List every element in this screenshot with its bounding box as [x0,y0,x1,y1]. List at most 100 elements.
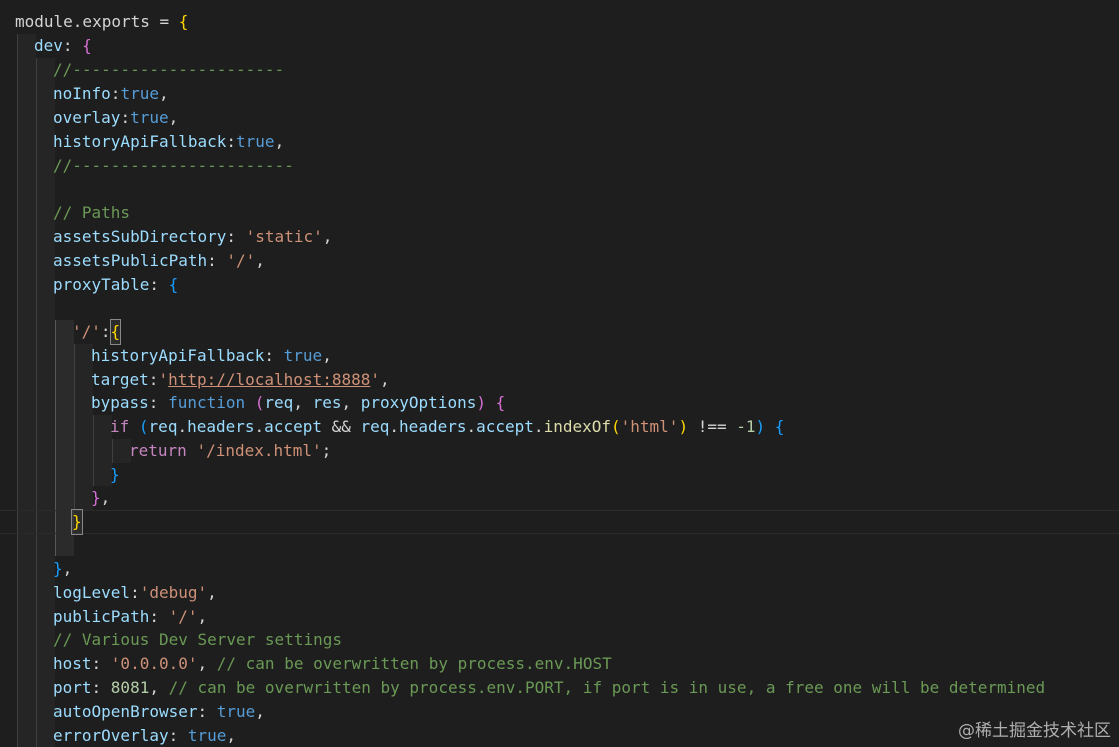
code-line-14[interactable]: '/':{ [72,319,122,345]
code-token: ( [611,417,621,436]
code-string: '0.0.0.0' [110,654,198,673]
code-line-20[interactable]: } [110,463,120,487]
code-token: { [168,275,179,294]
code-token: true [216,702,256,721]
code-token: req [360,417,390,436]
code-token: function [168,393,246,412]
code-token: . [177,417,188,436]
code-token: . [533,417,544,436]
code-string: '/' [168,607,198,626]
code-token: proxyTable [53,275,150,294]
code-token: : [168,726,188,745]
code-line-24[interactable]: }, [53,557,72,581]
code-token: : [226,132,237,151]
code-token: req [264,393,294,412]
code-line-12[interactable]: proxyTable: { [53,273,178,297]
code-token: true [130,108,169,127]
code-token: , [62,559,73,578]
code-line-4[interactable]: noInfo: true, [53,82,169,106]
code-line-1[interactable]: module.exports = { [15,10,188,34]
code-token: assetsSubDirectory [53,227,227,246]
code-token: true [120,84,159,103]
code-line-2[interactable]: dev: { [34,34,92,58]
code-token: : [149,607,169,626]
code-editor[interactable]: module.exports = { dev: { //------------… [0,0,1119,747]
code-token: } [53,559,63,578]
code-line-10[interactable]: assetsSubDirectory: 'static', [53,225,332,249]
code-line-25[interactable]: logLevel:'debug', [53,581,217,605]
code-line-19[interactable]: return '/index.html'; [129,439,331,463]
code-token: ( [254,393,265,412]
code-line-11[interactable]: assetsPublicPath: '/', [53,249,265,273]
code-token: : [130,583,140,602]
code-token: module.exports = [15,12,179,31]
code-token: ) [476,393,486,412]
code-token: : [120,108,131,127]
code-comment: // can be overwritten by process.env.HOS… [216,654,612,673]
code-token: , [255,251,265,270]
code-token: : [226,227,246,246]
code-token: res [312,393,342,412]
code-token: headers [399,417,467,436]
code-line-27[interactable]: // Various Dev Server settings [53,628,342,652]
code-token: : [197,702,217,721]
code-line-15[interactable]: historyApiFallback: true, [91,344,332,368]
code-string: ' [158,370,169,389]
code-line-21[interactable]: }, [91,486,110,510]
code-line-18[interactable]: if (req. headers. accept && req. headers. ac… [110,415,784,439]
code-token: indexOf [543,417,611,436]
code-line-3[interactable]: //---------------------- [53,58,284,82]
code-token: true [187,726,227,745]
matched-bracket: { [109,319,122,345]
code-token: -1 [736,417,756,436]
code-token: { [178,12,189,31]
code-token: logLevel [53,583,131,602]
code-string: '/' [72,322,101,341]
code-token: true [236,132,275,151]
code-token: , [322,346,332,365]
code-token: } [110,465,120,484]
current-line-highlight [0,510,1119,534]
code-token: proxyOptions [360,393,477,412]
code-string: '/index.html' [196,441,322,460]
url-link[interactable]: http://localhost:8888 [168,368,370,392]
code-line-22[interactable]: } [71,509,83,535]
code-line-16[interactable]: target: ' http://localhost:8888 ', [91,368,390,392]
code-comment: // Paths [53,203,131,222]
code-token: ) [755,417,766,436]
code-line-30[interactable]: autoOpenBrowser: true, [53,700,265,724]
code-token: historyApiFallback [53,132,227,151]
code-token: } [91,488,101,507]
code-line-6[interactable]: historyApiFallback: true, [53,130,284,154]
code-token: ( [138,417,149,436]
code-token: assetsPublicPath [53,251,208,270]
code-string: 'html' [620,417,679,436]
code-token: . [466,417,477,436]
code-token: accept [476,417,534,436]
code-token: return [129,441,187,460]
code-token: !== [688,417,737,436]
code-token: : [91,654,111,673]
code-token: accept [264,417,322,436]
code-line-5[interactable]: overlay: true, [53,106,178,130]
code-token: : [110,84,121,103]
code-string: ' [370,370,381,389]
code-token: historyApiFallback [91,346,265,365]
code-token: host [53,654,92,673]
watermark: @稀土掘金技术社区 [958,721,1111,741]
code-line-17[interactable]: bypass: function (req, res, proxyOptions… [91,391,505,415]
code-line-31[interactable]: errorOverlay: true, [53,724,236,747]
code-line-9[interactable]: // Paths [53,201,130,225]
code-line-26[interactable]: publicPath: '/', [53,605,207,629]
code-line-7[interactable]: //----------------------- [53,154,294,178]
code-line-28[interactable]: host: '0.0.0.0', // can be overwritten b… [53,652,612,676]
code-line-29[interactable]: port: 8081, // can be overwritten by pro… [53,676,1045,700]
code-token: ) [678,417,689,436]
code-token: , [207,583,217,602]
code-string: 'debug' [139,583,208,602]
code-string: 'static' [245,227,323,246]
code-token: , [197,654,217,673]
code-token: && [321,417,361,436]
